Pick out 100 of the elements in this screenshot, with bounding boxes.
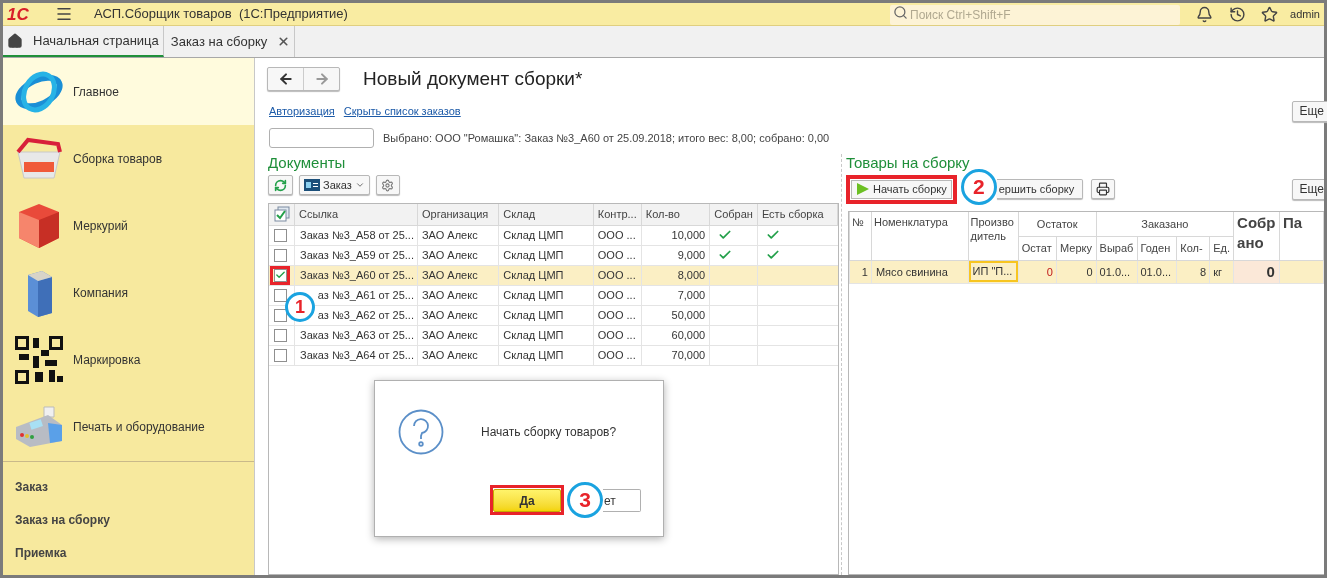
arrow-left-icon (277, 71, 294, 87)
sidebar-item[interactable]: Компания (3, 259, 254, 326)
table-row[interactable]: Заказ №3_А60 от 25... ЗАО Алекс Склад ЦМП ООО ... 8,000 (269, 265, 838, 285)
sidebar-item[interactable]: Главное (3, 58, 254, 125)
column-header[interactable]: Кол-во (645, 208, 680, 220)
callout-number: 1 (285, 292, 315, 322)
more-button[interactable]: Еще (1291, 100, 1327, 122)
table-cell: 01.0... (1099, 265, 1131, 278)
table-cell: 7,000 (677, 288, 706, 301)
start-button[interactable]: Начать сборку (851, 179, 952, 199)
table-cell: ООО ... (597, 308, 636, 321)
user-name[interactable]: admin (1290, 5, 1320, 23)
table-cell: ООО ... (597, 328, 636, 341)
column-header[interactable]: Есть сборка (761, 208, 824, 220)
sidebar-item[interactable]: Печать и оборудование (3, 393, 254, 460)
menu-icon[interactable] (55, 5, 73, 23)
qr-code-icon (15, 335, 63, 384)
table-cell: ООО ... (597, 348, 636, 361)
column-header[interactable]: Ссылка (299, 208, 339, 220)
table-row[interactable]: Заказ №3_А59 от 25... ЗАО Алекс Склад ЦМП ООО ... 9,000 (269, 245, 838, 265)
printer-icon (1096, 182, 1111, 196)
table-row[interactable]: 1 Мясо свинина ИП "П... 0 0 01.0... 01.0... 8 кг 0 (849, 260, 1324, 284)
table-cell: ЗАО Алекс (421, 248, 478, 261)
settings-button[interactable] (375, 175, 400, 195)
table-cell: ООО ... (597, 228, 636, 241)
checkbox[interactable] (273, 308, 287, 322)
link[interactable]: Авторизация (269, 102, 335, 120)
table-cell: аз №3_А61 от 25... (317, 288, 414, 301)
checkbox[interactable] (273, 268, 287, 282)
sidebar-item[interactable]: Сборка товаров (3, 125, 254, 192)
checkbox[interactable] (273, 348, 287, 362)
table-row[interactable]: Заказ №3_А58 от 25... ЗАО Алекс Склад ЦМП ООО ... 10,000 (269, 225, 838, 245)
logo: 1С (7, 5, 30, 23)
dialog-button[interactable]: ет (603, 489, 641, 513)
document-title: Новый документ сборки* (363, 66, 583, 91)
table-cell: 1 (861, 265, 868, 278)
history-icon[interactable] (1229, 5, 1247, 23)
check-all-icon[interactable] (273, 206, 290, 223)
checkbox[interactable] (273, 228, 287, 242)
selection-summary: Выбрано: ООО "Ромашка": Заказ №3_А60 от 25.09.2018; итого вес: 8,00; собрано: 0,00 (383, 130, 830, 146)
globe-icon (14, 70, 64, 113)
table-cell: Заказ №3_А59 от 25... (300, 248, 414, 261)
tab[interactable]: Заказ на сборку (163, 26, 296, 57)
table-cell: 01.0... (1140, 265, 1172, 278)
card-terminal-icon (14, 404, 64, 449)
bell-icon[interactable] (1196, 5, 1214, 23)
table-row[interactable]: Заказ №3_А64 от 25... ЗАО Алекс Склад ЦМП ООО ... 70,000 (269, 345, 838, 365)
table-cell: 0 (1046, 265, 1053, 278)
section-title: Документы (268, 154, 347, 172)
table-cell: Заказ №3_А63 от 25... (300, 328, 414, 341)
refresh-button[interactable] (268, 175, 293, 195)
checkbox[interactable] (273, 328, 287, 342)
sidebar-item[interactable]: Маркировка (3, 326, 254, 393)
checkbox[interactable] (273, 288, 287, 302)
table-cell: ООО ... (597, 248, 636, 261)
column-header[interactable]: Контр... (597, 208, 637, 220)
column-header: Заказано (1141, 217, 1189, 230)
table-cell: 8 (1200, 265, 1207, 278)
column-header: Остаток (1036, 217, 1078, 230)
table-cell: 8,000 (677, 268, 706, 281)
cube-icon (17, 201, 61, 250)
dialog-button[interactable]: Да (493, 489, 561, 513)
table-row[interactable]: Заказ №3_А63 от 25... ЗАО Алекс Склад ЦМП ООО ... 60,000 (269, 325, 838, 345)
table-cell: 10,000 (671, 228, 706, 241)
sidebar-link[interactable]: Заказ на сборку (15, 513, 110, 528)
link[interactable]: Скрыть список заказов (343, 102, 461, 120)
table-cell: ЗАО Алекс (421, 268, 478, 281)
more-button[interactable]: Еще (1291, 178, 1324, 200)
search-field[interactable]: Поиск Ctrl+Shift+F (890, 5, 1181, 25)
home-icon (7, 32, 23, 49)
question-icon (398, 409, 444, 455)
table-cell: ЗАО Алекс (421, 348, 478, 361)
table-cell: 50,000 (671, 308, 706, 321)
table-cell: Заказ №3_А60 от 25... (300, 268, 414, 281)
order-button[interactable]: Заказ (299, 175, 370, 195)
table-cell: Склад ЦМП (503, 328, 564, 341)
print-button[interactable] (1091, 179, 1116, 199)
play-icon (856, 182, 870, 196)
sidebar-link[interactable]: Заказ (15, 480, 48, 495)
table-cell: ЗАО Алекс (421, 288, 478, 301)
settings-icon (381, 178, 395, 192)
sidebar-item[interactable]: Меркурий (3, 192, 254, 259)
column-header[interactable]: Склад (503, 208, 536, 220)
table-cell: Заказ №3_А58 от 25... (300, 228, 414, 241)
table-cell: 60,000 (671, 328, 706, 341)
table-cell[interactable]: ИП "П... (968, 261, 1018, 283)
column-header[interactable]: Организация (421, 208, 489, 220)
checkbox[interactable] (273, 248, 287, 262)
star-icon[interactable] (1261, 5, 1279, 23)
column-header[interactable]: Собран (714, 208, 753, 220)
input-field[interactable] (269, 128, 374, 148)
arrow-right-icon (313, 71, 330, 87)
table-cell[interactable]: 0 (1266, 262, 1275, 280)
card-icon (304, 179, 320, 191)
sidebar-link[interactable]: Приемка (15, 546, 67, 561)
app-title: АСП.Сборщик товаров (1С:Предприятие) (94, 5, 348, 24)
table-cell: Склад ЦМП (503, 308, 564, 321)
finish-button[interactable]: ершить сборку (996, 179, 1084, 199)
basket-icon (14, 135, 64, 182)
search-icon (893, 5, 909, 20)
